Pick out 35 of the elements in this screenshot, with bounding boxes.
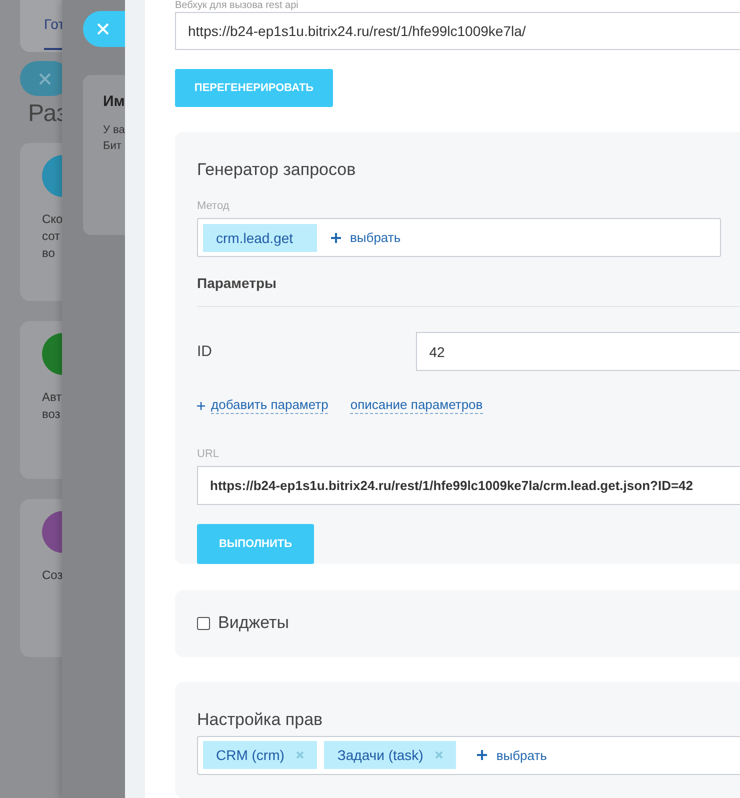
remove-icon[interactable] (435, 751, 444, 760)
close-button[interactable] (83, 11, 125, 47)
card-text: Ско (42, 211, 64, 228)
field-label: URL (197, 448, 220, 460)
add-param-link[interactable]: добавить параметр (211, 397, 328, 414)
field-label: Метод (197, 200, 230, 212)
dialog-title: Им (103, 93, 125, 110)
webhook-url-field[interactable]: https://b24-ep1s1u.bitrix24.ru/rest/1/hfe99lc1009ke7la/ (175, 12, 740, 50)
close-icon (97, 23, 109, 35)
card-text: сот (42, 228, 62, 245)
card-text: воз (42, 406, 62, 423)
plus-icon (197, 402, 205, 410)
dialog-text: У ва (103, 123, 125, 138)
card-text: Соз (42, 567, 64, 584)
scope-selector[interactable]: CRM (crm) Задачи (task) выбрать (197, 736, 740, 775)
field-label: Вебхук для вызова rest api (175, 0, 298, 11)
select-link[interactable]: выбрать (496, 748, 547, 763)
card-text: во (42, 245, 56, 262)
plus-icon (477, 750, 488, 760)
param-name: ID (197, 343, 213, 360)
scope-chip[interactable]: CRM (crm) (203, 741, 318, 770)
dialog-text: Бит (103, 139, 122, 154)
method-selector[interactable]: crm.lead.get выбрать (197, 218, 721, 258)
card-text: Авт (42, 389, 63, 406)
section-title: Генератор запросов (197, 160, 357, 180)
section-title: Настройка прав (197, 710, 324, 730)
params-help-link[interactable]: описание параметров (350, 397, 483, 414)
plus-icon (331, 232, 341, 243)
remove-icon[interactable] (296, 751, 304, 760)
method-chip[interactable]: crm.lead.get (203, 224, 317, 252)
params-heading: Параметры (197, 275, 278, 292)
select-link[interactable]: выбрать (350, 230, 401, 246)
param-value-field[interactable]: 42 (416, 332, 740, 372)
request-url-field[interactable]: https://b24-ep1s1u.bitrix24.ru/rest/1/hfe99lc1009ke7la/crm.lead.get.json?ID=42 (197, 466, 740, 506)
scope-chip[interactable]: Задачи (task) (324, 741, 456, 770)
